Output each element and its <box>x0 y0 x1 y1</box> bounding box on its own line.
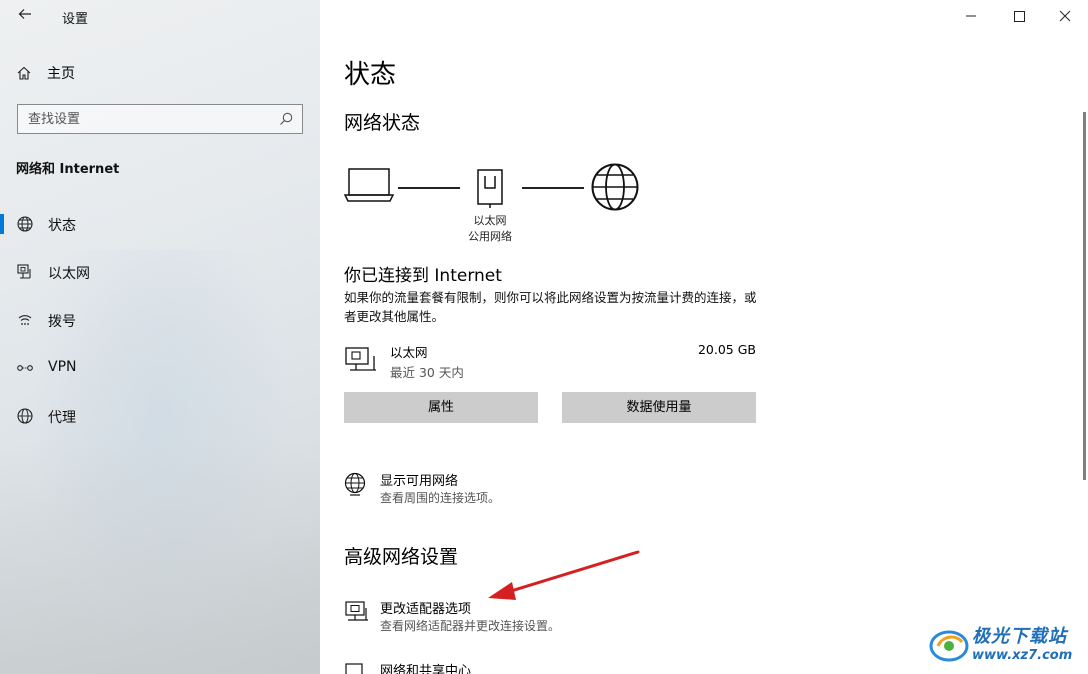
sidebar-item-label: 状态 <box>48 218 76 234</box>
usage-size: 20.05 GB <box>697 342 756 357</box>
sidebar-item-label: 代理 <box>48 410 76 426</box>
diagram-line <box>522 187 584 189</box>
usage-row: 以太网 最近 30 天内 20.05 GB <box>344 342 756 382</box>
ethernet-adapter-icon <box>345 347 376 371</box>
sidebar-item-ethernet[interactable]: 以太网 <box>0 254 320 290</box>
back-button[interactable] <box>14 6 36 28</box>
network-type-label: 公用网络 <box>468 230 512 243</box>
annotation-arrow <box>488 550 640 600</box>
globe-network-icon <box>344 472 366 496</box>
minimize-icon <box>966 15 976 17</box>
change-adapter-title: 更改适配器选项 <box>380 602 472 617</box>
sidebar-item-status[interactable]: 状态 <box>0 206 320 242</box>
globe-status-icon <box>17 216 33 232</box>
properties-button[interactable]: 属性 <box>344 392 538 423</box>
scrollbar[interactable] <box>1083 112 1086 480</box>
ethernet-port-icon <box>477 169 503 208</box>
sidebar-item-vpn[interactable]: VPN <box>0 350 320 386</box>
maximize-button[interactable] <box>1006 6 1032 26</box>
change-adapter-desc: 查看网络适配器并更改连接设置。 <box>380 619 561 633</box>
search-icon[interactable] <box>278 111 294 127</box>
globe-proxy-icon <box>17 408 33 424</box>
network-status-heading: 网络状态 <box>344 112 421 134</box>
laptop-icon <box>344 168 394 202</box>
sidebar-item-dialup[interactable]: 拨号 <box>0 302 320 338</box>
ethernet-icon <box>17 264 31 279</box>
app-title: 设置 <box>62 12 89 27</box>
back-arrow-icon <box>18 9 31 19</box>
close-icon <box>1059 10 1071 22</box>
sharing-center-link[interactable]: 网络和共享中心 <box>344 660 744 674</box>
search-input[interactable] <box>28 111 268 127</box>
internet-globe-icon <box>591 163 639 211</box>
sharing-center-title: 网络和共享中心 <box>380 664 472 674</box>
show-networks-link[interactable]: 显示可用网络 查看周围的连接选项。 <box>344 470 744 510</box>
sharing-center-icon <box>345 663 363 674</box>
diagram-line <box>398 187 460 189</box>
search-box[interactable] <box>17 104 303 134</box>
close-button[interactable] <box>1052 6 1078 26</box>
watermark: 极光下载站 www.xz7.com <box>928 620 1084 670</box>
home-nav-item[interactable]: 主页 <box>16 62 75 84</box>
sidebar-item-label: VPN <box>48 359 77 375</box>
show-networks-desc: 查看周围的连接选项。 <box>380 491 501 505</box>
sidebar-item-label: 以太网 <box>48 266 90 282</box>
data-usage-button[interactable]: 数据使用量 <box>562 392 756 423</box>
section-title: 网络和 Internet <box>16 162 120 177</box>
main-panel: 状态 网络状态 以太网 公用网络 你已连接到 Internet 如果你的流量套餐… <box>320 0 1088 674</box>
connected-title: 你已连接到 Internet <box>344 266 502 286</box>
watermark-brand: 极光下载站 <box>972 626 1067 647</box>
minimize-button[interactable] <box>958 6 984 26</box>
adapter-name-label: 以太网 <box>473 214 507 227</box>
sidebar: 设置 主页 网络和 Internet 状态 以太网 拨号 VPN 代理 <box>0 0 320 674</box>
usage-period: 最近 30 天内 <box>390 365 464 380</box>
connected-description: 如果你的流量套餐有限制，则你可以将此网络设置为按流量计费的连接，或者更改其他属性… <box>344 290 757 324</box>
watermark-url: www.xz7.com <box>972 648 1073 663</box>
page-title: 状态 <box>344 60 397 90</box>
home-label: 主页 <box>47 66 75 82</box>
sidebar-item-label: 拨号 <box>48 314 76 330</box>
advanced-settings-heading: 高级网络设置 <box>344 546 459 568</box>
network-diagram: 以太网 公用网络 <box>344 160 644 250</box>
watermark-logo-icon <box>929 630 969 662</box>
usage-adapter-name: 以太网 <box>390 345 428 360</box>
dialup-icon <box>18 315 32 325</box>
vpn-icon <box>17 365 33 371</box>
maximize-icon <box>1014 11 1025 22</box>
sidebar-item-proxy[interactable]: 代理 <box>0 398 320 434</box>
show-networks-title: 显示可用网络 <box>380 474 459 489</box>
home-icon <box>17 66 31 80</box>
adapter-icon <box>345 601 368 621</box>
